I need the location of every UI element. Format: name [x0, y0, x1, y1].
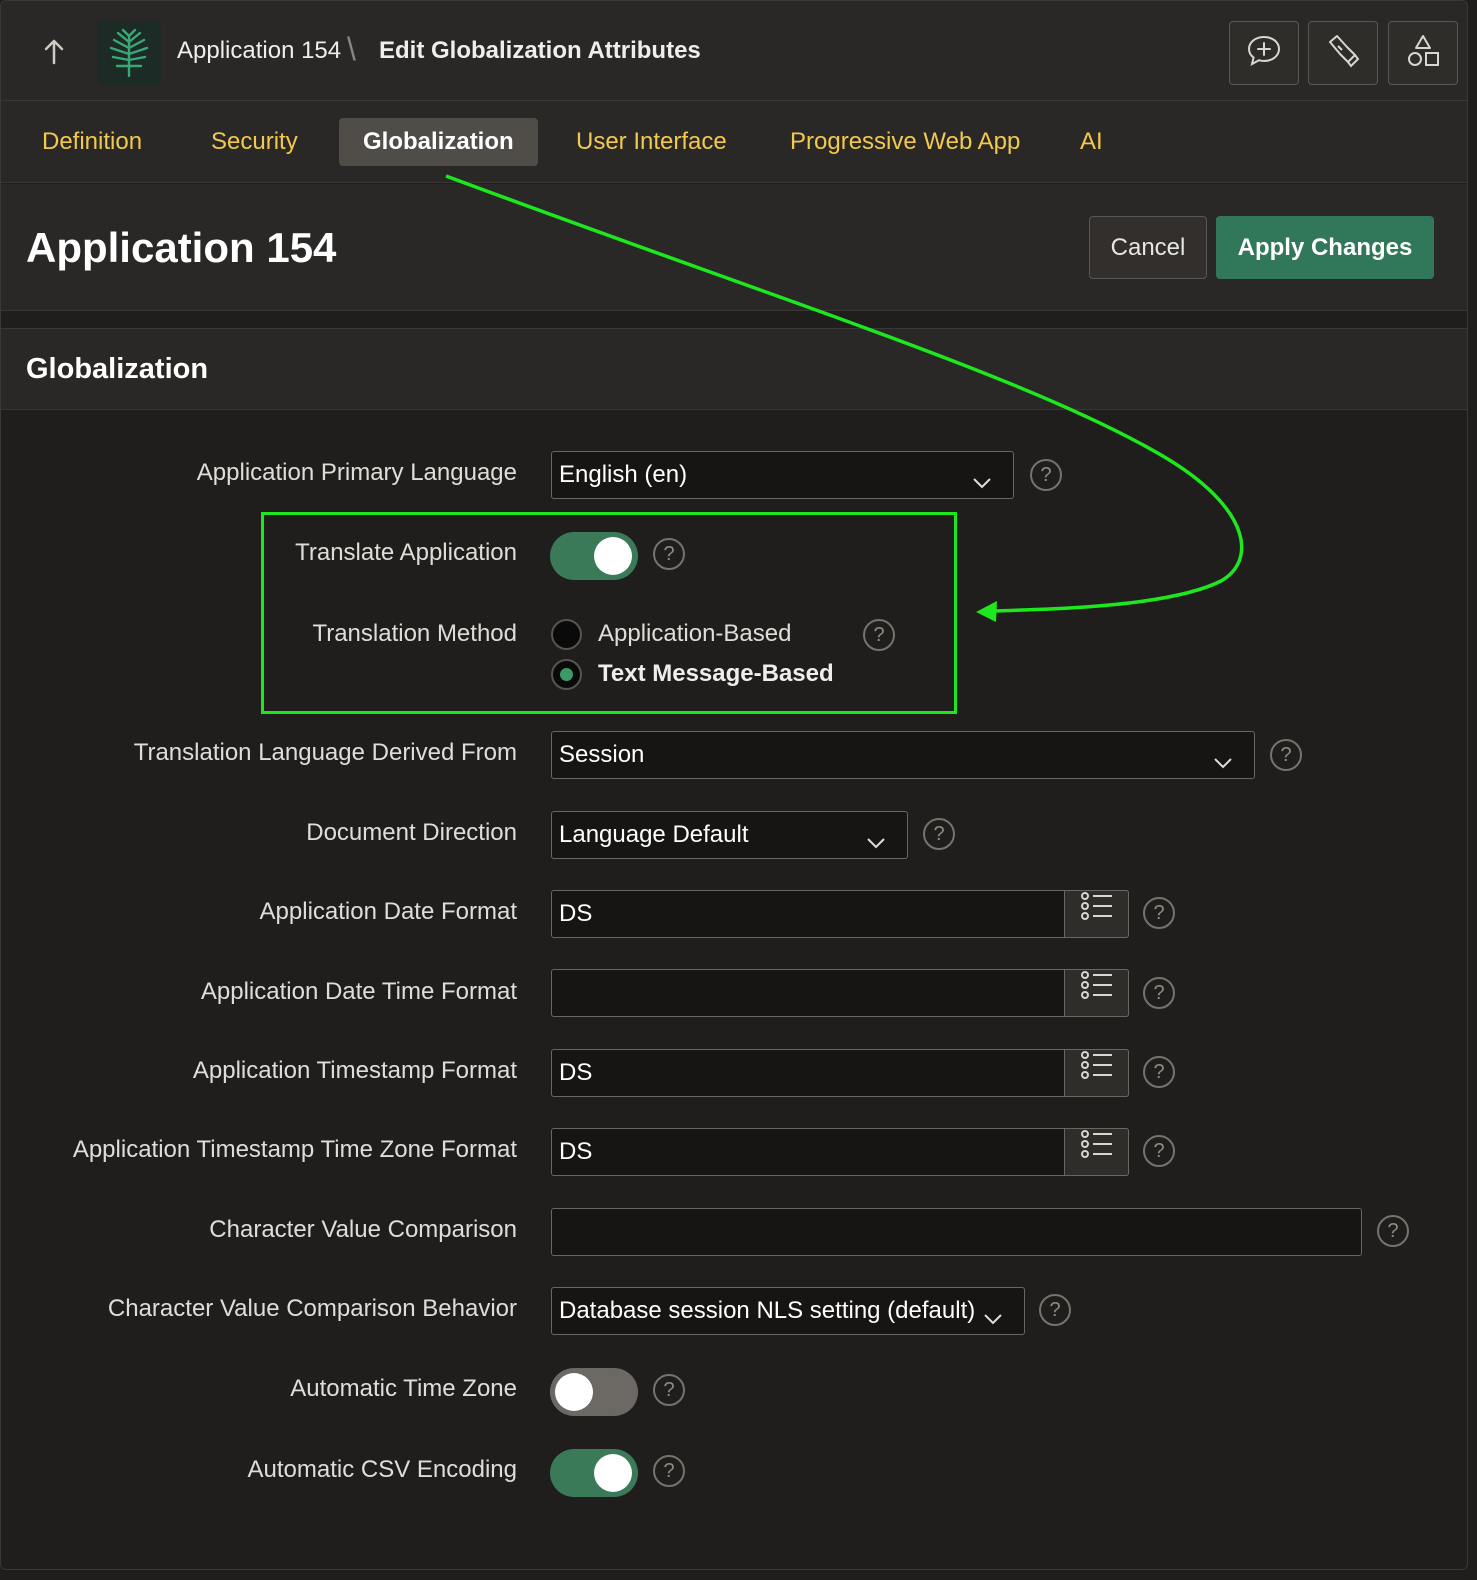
timestamp-tz-format-list-button[interactable]	[1064, 1128, 1129, 1176]
char-value-comparison-behavior-value: Database session NLS setting (default)	[559, 1297, 976, 1324]
timestamp-format-value: DS	[559, 1059, 593, 1086]
apply-changes-button[interactable]: Apply Changes	[1216, 216, 1434, 279]
list-icon	[1080, 1129, 1114, 1175]
date-time-format-input[interactable]	[551, 969, 1129, 1017]
tab-user-interface[interactable]: User Interface	[552, 118, 751, 166]
document-direction-select[interactable]: Language Default	[551, 811, 908, 859]
timestamp-format-input[interactable]: DS	[551, 1049, 1129, 1097]
help-icon[interactable]: ?	[1039, 1294, 1071, 1326]
toggle-knob	[594, 1454, 632, 1492]
region-title: Globalization	[26, 353, 209, 385]
help-icon[interactable]: ?	[1270, 739, 1302, 771]
list-icon	[1080, 970, 1114, 1016]
cancel-button[interactable]: Cancel	[1089, 216, 1207, 279]
date-time-format-list-button[interactable]	[1064, 969, 1129, 1017]
help-icon[interactable]: ?	[653, 1374, 685, 1406]
automatic-csv-encoding-toggle[interactable]	[550, 1449, 638, 1497]
annotation-highlight-box	[261, 512, 957, 714]
timestamp-format-label: Application Timestamp Format	[192, 1057, 517, 1084]
primary-language-value: English (en)	[559, 461, 688, 488]
tab-bar: Definition Security Globalization User I…	[1, 101, 1467, 183]
chevron-down-icon	[982, 1300, 1004, 1325]
toggle-knob	[555, 1373, 593, 1411]
language-derived-from-value: Session	[559, 741, 645, 768]
tab-globalization[interactable]: Globalization	[339, 118, 538, 166]
chevron-down-icon	[1212, 744, 1234, 769]
help-icon[interactable]: ?	[923, 818, 955, 850]
top-header: Application 154 \ Edit Globalization Att…	[1, 1, 1467, 101]
date-format-value: DS	[559, 900, 593, 927]
region-header: Globalization	[1, 328, 1467, 410]
document-direction-label: Document Direction	[306, 819, 517, 846]
tab-security[interactable]: Security	[187, 118, 322, 166]
help-icon[interactable]: ?	[1377, 1215, 1409, 1247]
char-value-comparison-behavior-select[interactable]: Database session NLS setting (default)	[551, 1287, 1025, 1335]
chevron-down-icon	[865, 824, 887, 849]
automatic-time-zone-toggle[interactable]	[550, 1368, 638, 1416]
primary-language-label: Application Primary Language	[196, 459, 517, 486]
help-icon[interactable]: ?	[1143, 1056, 1175, 1088]
app-frame: Application 154 \ Edit Globalization Att…	[0, 0, 1468, 1570]
breadcrumb-app[interactable]: Application 154	[177, 37, 341, 65]
char-value-comparison-behavior-label: Character Value Comparison Behavior	[107, 1295, 517, 1322]
primary-language-select[interactable]: English (en)	[551, 451, 1014, 499]
help-icon[interactable]: ?	[1143, 977, 1175, 1009]
timestamp-format-list-button[interactable]	[1064, 1049, 1129, 1097]
timestamp-tz-format-label: Application Timestamp Time Zone Format	[72, 1136, 517, 1163]
tab-progressive-web-app[interactable]: Progressive Web App	[766, 118, 1044, 166]
tab-ai[interactable]: AI	[1056, 118, 1127, 166]
char-value-comparison-label: Character Value Comparison	[209, 1216, 517, 1243]
shapes-button[interactable]	[1388, 21, 1458, 85]
language-derived-from-label: Translation Language Derived From	[133, 739, 517, 766]
app-logo-icon[interactable]	[97, 21, 161, 85]
char-value-comparison-input[interactable]	[551, 1208, 1362, 1256]
timestamp-tz-format-input[interactable]: DS	[551, 1128, 1129, 1176]
document-direction-value: Language Default	[559, 821, 749, 848]
chat-add-icon	[1246, 34, 1282, 73]
date-format-label: Application Date Format	[259, 898, 517, 925]
chevron-down-icon	[971, 464, 993, 489]
breadcrumb-current-page: Edit Globalization Attributes	[379, 37, 701, 64]
shapes-icon	[1405, 33, 1441, 74]
help-icon[interactable]: ?	[1143, 897, 1175, 929]
date-time-format-label: Application Date Time Format	[200, 978, 517, 1005]
tab-definition[interactable]: Definition	[18, 118, 166, 166]
chat-add-button[interactable]	[1229, 21, 1299, 85]
automatic-time-zone-label: Automatic Time Zone	[290, 1375, 517, 1402]
date-format-list-button[interactable]	[1064, 890, 1129, 938]
help-icon[interactable]: ?	[653, 1455, 685, 1487]
list-icon	[1080, 891, 1114, 937]
region-gap	[1, 311, 1467, 328]
flashlight-button[interactable]	[1308, 21, 1378, 85]
timestamp-tz-format-value: DS	[559, 1138, 593, 1165]
flashlight-icon	[1325, 33, 1361, 74]
page-title: Application 154	[26, 224, 337, 271]
breadcrumb-separator: \	[347, 31, 356, 67]
up-arrow-icon[interactable]	[39, 35, 69, 69]
automatic-csv-encoding-label: Automatic CSV Encoding	[247, 1456, 517, 1483]
list-icon	[1080, 1050, 1114, 1096]
date-format-input[interactable]: DS	[551, 890, 1129, 938]
language-derived-from-select[interactable]: Session	[551, 731, 1255, 779]
page-title-bar: Application 154 Cancel Apply Changes	[1, 184, 1467, 311]
help-icon[interactable]: ?	[1143, 1135, 1175, 1167]
help-icon[interactable]: ?	[1030, 459, 1062, 491]
